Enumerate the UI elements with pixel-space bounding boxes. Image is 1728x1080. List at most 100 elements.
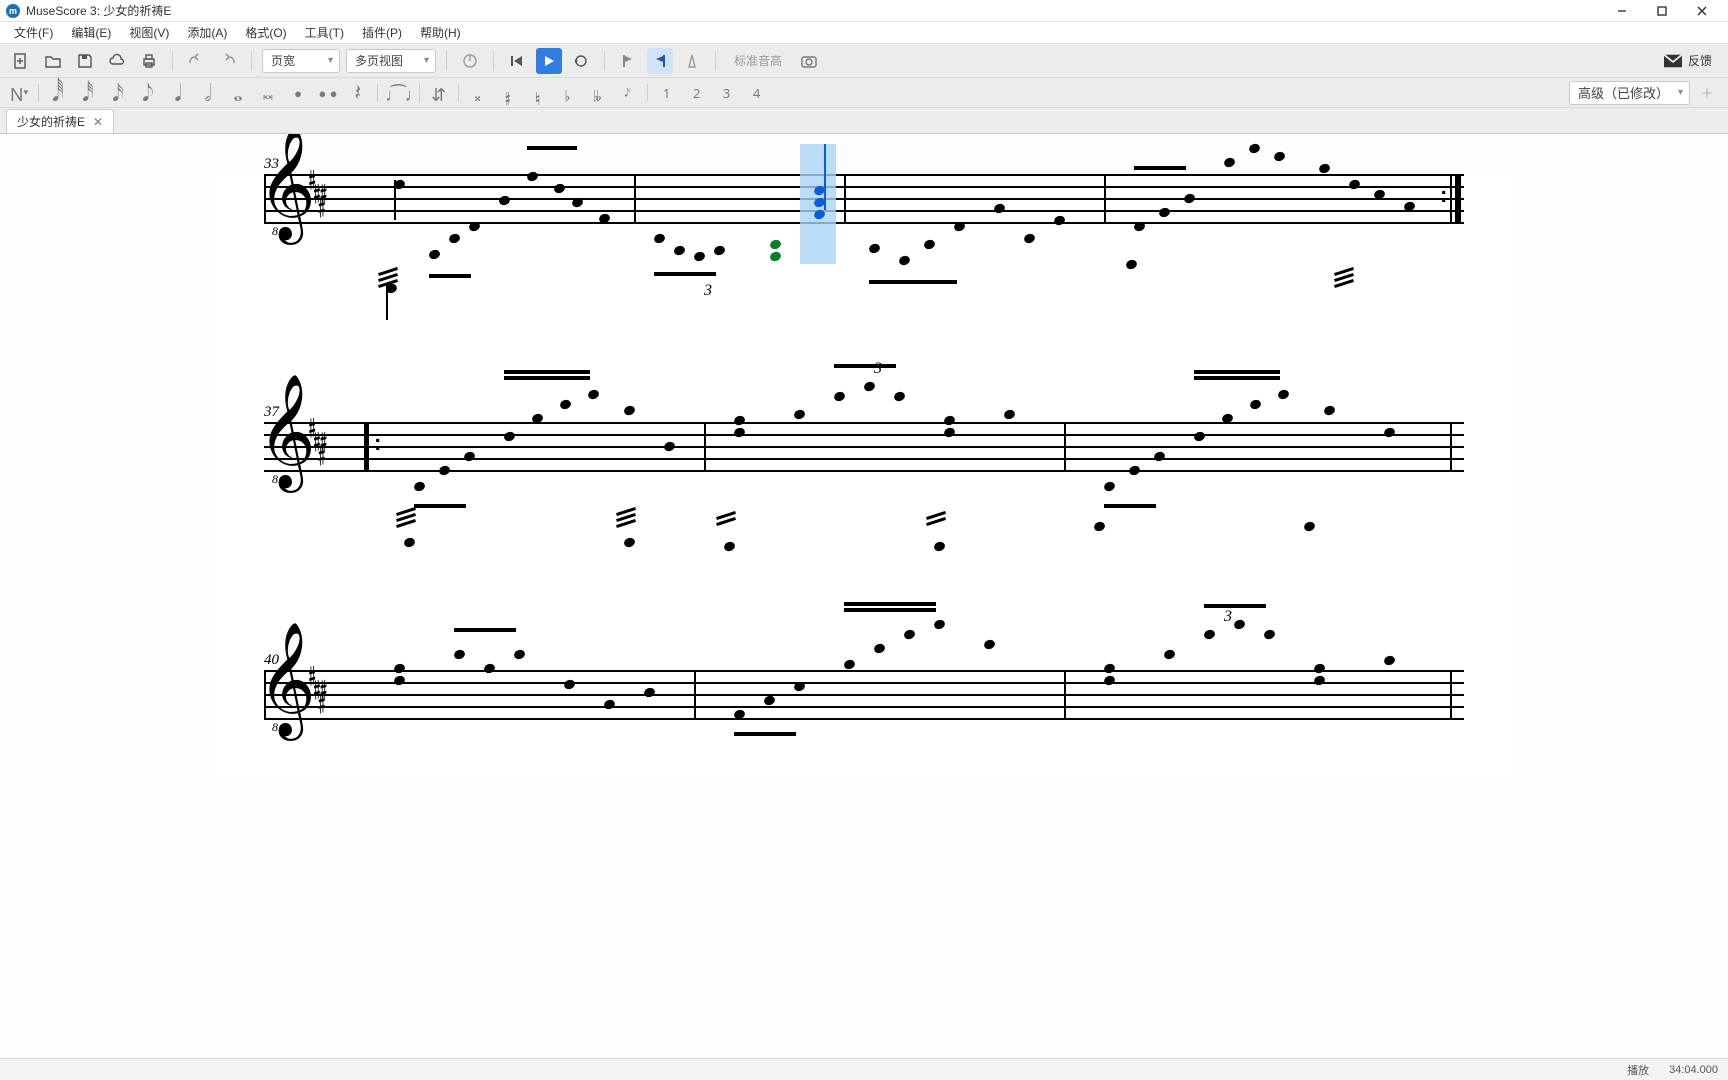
play-button[interactable]	[536, 48, 562, 74]
zoom-select[interactable]: 页宽	[262, 49, 340, 73]
accidental-flat[interactable]: ♭	[557, 81, 579, 105]
document-tabstrip: 少女的祈祷E ✕	[0, 108, 1728, 134]
score-page: 3 3 𝄞 8 ♯ ♯♯ ♯	[214, 174, 1514, 778]
workspace-add-button[interactable]: ＋	[1694, 80, 1720, 106]
staff[interactable]: 𝄞 8 ♯ ♯♯ ♯	[264, 174, 1464, 222]
print-button[interactable]	[136, 48, 162, 74]
status-bar: 播放 34:04.000	[0, 1058, 1728, 1080]
menu-view[interactable]: 视图(V)	[121, 22, 177, 43]
new-score-button[interactable]	[8, 48, 34, 74]
staff-system-1: 33 𝄞 8 ♯ ♯♯ ♯	[264, 174, 1464, 222]
accidental-sharp[interactable]: ♯	[497, 81, 519, 105]
note-input-toolbar: N▾ 𝅘𝅥𝅱 𝅘𝅥𝅰 𝅘𝅥𝅯 𝅘𝅥𝅮 𝅘𝅥 𝅗𝅥 𝅝 𝅜 ● ● ● 𝄽 ♩⁀♩…	[0, 78, 1728, 108]
voice-3-button[interactable]: 3	[716, 81, 738, 105]
tuplet-number: 3	[704, 282, 712, 300]
accidental-double-sharp[interactable]: 𝄪	[467, 81, 489, 105]
undo-icon	[188, 53, 204, 69]
tab-close-icon[interactable]: ✕	[93, 115, 103, 129]
camera-icon	[801, 54, 817, 68]
loop-out-button[interactable]	[647, 48, 673, 74]
menu-plugins[interactable]: 插件(P)	[354, 22, 410, 43]
duration-double-dot[interactable]: ● ●	[317, 81, 339, 105]
undo-button[interactable]	[183, 48, 209, 74]
flip-button[interactable]: ⇵	[428, 81, 450, 105]
duration-quarter[interactable]: 𝅘𝅥	[167, 81, 189, 105]
tuplet-number: 3	[874, 360, 882, 378]
status-mode: 播放	[1627, 1062, 1649, 1078]
document-tab[interactable]: 少女的祈祷E ✕	[6, 109, 114, 133]
feedback-button[interactable]: 反馈	[1664, 52, 1720, 69]
count-in-button[interactable]	[679, 48, 705, 74]
open-button[interactable]	[40, 48, 66, 74]
concert-pitch-label: 标准音高	[726, 52, 790, 69]
voice-1-button[interactable]: 1	[656, 81, 678, 105]
duration-32nd[interactable]: 𝅘𝅥𝅰	[77, 81, 99, 105]
title-bar: m MuseScore 3: 少女的祈祷E	[0, 0, 1728, 22]
staff[interactable]: 𝄞 8 ♯ ♯♯ ♯ 3	[264, 422, 1464, 470]
tuplet-number: 3	[1224, 608, 1232, 626]
save-online-button[interactable]	[104, 48, 130, 74]
menu-format[interactable]: 格式(O)	[237, 22, 294, 43]
voice-2-button[interactable]: 2	[686, 81, 708, 105]
duration-dot[interactable]: ●	[287, 81, 309, 105]
rewind-button[interactable]	[504, 48, 530, 74]
window-title: MuseScore 3: 少女的祈祷E	[26, 2, 171, 19]
maximize-button[interactable]	[1642, 0, 1682, 22]
accidental-natural[interactable]: ♮	[527, 81, 549, 105]
menu-help[interactable]: 帮助(H)	[412, 22, 469, 43]
maximize-icon	[1657, 6, 1667, 16]
staff-system-3: 40 𝄞 8 ♯ ♯♯ ♯ 3	[264, 670, 1464, 718]
loop-button[interactable]	[568, 48, 594, 74]
voice-4-button[interactable]: 4	[746, 81, 768, 105]
tie-button[interactable]: ♩⁀♩	[386, 81, 411, 105]
duration-16th[interactable]: 𝅘𝅥𝅯	[107, 81, 129, 105]
staff[interactable]: 𝄞 8 ♯ ♯♯ ♯ 3	[264, 670, 1464, 718]
selected-note[interactable]	[769, 238, 782, 250]
save-button[interactable]	[72, 48, 98, 74]
grace-note-button[interactable]: 𝆔	[617, 81, 639, 105]
key-signature: ♯ ♯♯ ♯	[308, 660, 326, 702]
clef-octave-marker: 8	[272, 224, 278, 239]
score-view[interactable]: 3 3 𝄞 8 ♯ ♯♯ ♯	[0, 134, 1728, 1058]
menu-add[interactable]: 添加(A)	[179, 22, 235, 43]
accidental-double-flat[interactable]: 𝄫	[587, 81, 609, 105]
metronome-icon	[462, 53, 478, 69]
file-plus-icon	[13, 53, 29, 69]
minimize-button[interactable]	[1602, 0, 1642, 22]
app-logo-icon: m	[6, 4, 20, 18]
mail-icon	[1664, 54, 1682, 68]
duration-half[interactable]: 𝅗𝅥	[197, 81, 219, 105]
print-icon	[141, 53, 157, 69]
note-input-mode-button[interactable]: N▾	[8, 81, 30, 105]
metronome2-icon	[684, 53, 700, 69]
main-toolbar: 页宽 多页视图 标准音高 反馈	[0, 44, 1728, 78]
rewind-icon	[510, 54, 524, 68]
clef-octave-marker: 8	[272, 720, 278, 735]
loop-icon	[573, 53, 589, 69]
zoom-value: 页宽	[271, 52, 295, 69]
play-icon	[542, 54, 556, 68]
duration-8th[interactable]: 𝅘𝅥𝅮	[137, 81, 159, 105]
duration-64th[interactable]: 𝅘𝅥𝅱	[47, 81, 69, 105]
menu-edit[interactable]: 编辑(E)	[63, 22, 119, 43]
layout-select[interactable]: 多页视图	[346, 49, 436, 73]
duration-whole[interactable]: 𝅝	[227, 81, 249, 105]
tab-label: 少女的祈祷E	[17, 113, 85, 130]
flag-in-icon	[621, 54, 635, 68]
redo-button[interactable]	[215, 48, 241, 74]
image-capture-button[interactable]	[796, 48, 822, 74]
close-button[interactable]	[1682, 0, 1722, 22]
cloud-icon	[109, 53, 125, 69]
workspace-select[interactable]: 高级（已修改） ＋	[1569, 80, 1720, 106]
key-signature: ♯ ♯♯ ♯	[308, 412, 326, 454]
redo-icon	[220, 53, 236, 69]
menu-tools[interactable]: 工具(T)	[297, 22, 352, 43]
loop-in-button[interactable]	[615, 48, 641, 74]
clef-octave-marker: 8	[272, 472, 278, 487]
feedback-label: 反馈	[1688, 52, 1712, 69]
metronome-button[interactable]	[457, 48, 483, 74]
rest-button[interactable]: 𝄽	[347, 81, 369, 105]
menu-file[interactable]: 文件(F)	[6, 22, 61, 43]
duration-breve[interactable]: 𝅜	[257, 81, 279, 105]
close-icon	[1697, 6, 1707, 16]
